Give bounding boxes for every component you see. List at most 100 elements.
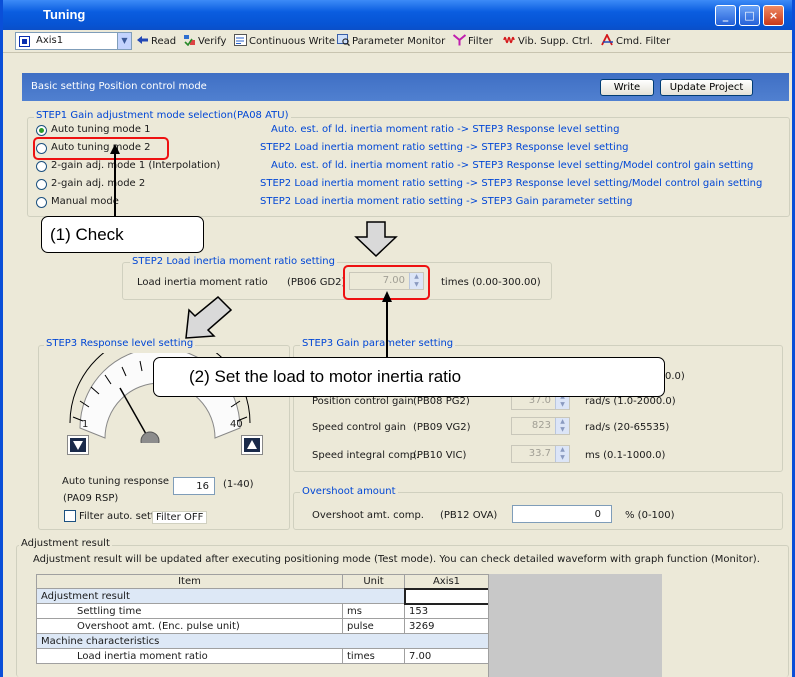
auto-tuning-response-range: (1-40) [223,479,254,490]
table-row[interactable]: Settling time ms 153 [36,603,489,619]
title-bar[interactable]: Tuning _ □ × [3,0,792,30]
overshoot-param: (PB12 OVA) [440,510,498,521]
speed-integral-param: (PB10 VIC) [413,450,467,461]
cmd-filter-label: Cmd. Filter [616,36,671,47]
overshoot-legend: Overshoot amount [300,486,398,497]
read-label: Read [151,36,177,47]
filter-auto-checkbox[interactable] [64,510,76,522]
mode-desc-0: Auto. est. of ld. inertia moment ratio -… [271,124,620,135]
highlight-auto-tuning-mode-2 [33,137,169,160]
spinner-arrows-icon[interactable]: ▲▼ [555,418,569,434]
window-title: Tuning [43,7,86,22]
toolbar: Axis1 ▼ Read Verify Continuous Write Par… [3,30,792,53]
radio-button-icon[interactable] [36,197,47,208]
speed-integral-value: 33.7 [528,448,551,459]
selected-cell[interactable] [403,587,490,605]
adjustment-table: Item Unit Axis1 Adjustment result Settli… [36,574,490,664]
decrease-button[interactable] [67,435,89,455]
parameter-monitor-icon [337,34,350,46]
overshoot-range: % (0-100) [625,510,675,521]
step2-legend: STEP2 Load inertia moment ratio setting [130,256,337,267]
mode-desc-2: Auto. est. of ld. inertia moment ratio -… [271,160,754,171]
panel-title: Basic setting Position control mode [31,81,207,92]
vib-supp-ctrl-button[interactable]: Vib. Supp. Ctrl. [503,34,593,47]
row-item: Overshoot amt. (Enc. pulse unit) [36,618,343,634]
callout-check: (1) Check [41,216,204,253]
parameter-monitor-button[interactable]: Parameter Monitor [337,34,445,47]
triangle-down-icon [70,438,86,452]
adjustment-note: Adjustment result will be updated after … [33,554,760,565]
verify-label: Verify [198,36,227,47]
auto-tuning-response-input[interactable]: 16 [173,477,215,495]
mode-label-4[interactable]: Manual mode [51,196,119,207]
mode-label-3[interactable]: 2-gain adj. mode 2 [51,178,145,189]
column-header-unit[interactable]: Unit [342,574,405,589]
callout-set-ratio: (2) Set the load to motor inertia ratio [153,357,665,397]
step1-legend: STEP1 Gain adjustment mode selection(PA0… [34,110,291,121]
cmd-filter-icon [601,34,613,46]
column-header-axis1[interactable]: Axis1 [404,574,489,589]
spinner-arrows-icon[interactable]: ▲▼ [555,446,569,462]
response-min: 1 [82,419,89,430]
maximize-button[interactable]: □ [739,5,760,26]
speed-gain-input[interactable]: 823 ▲ ▼ [511,417,570,435]
continuous-write-label: Continuous Write [249,36,336,47]
radio-button-icon[interactable] [36,125,47,136]
continuous-write-button[interactable]: Continuous Write [234,34,335,47]
axis-select[interactable]: Axis1 ▼ [15,32,132,50]
response-max: 40 [230,419,243,430]
step3-response-legend: STEP3 Response level setting [44,338,196,349]
read-icon [137,36,148,44]
row-value: 153 [404,603,489,619]
callout-check-text: (1) Check [50,225,124,244]
vibration-icon [503,36,515,44]
row-value: 3269 [404,618,489,634]
overshoot-input[interactable]: 0 [512,505,612,523]
highlight-load-inertia-value [343,265,430,300]
write-button[interactable]: Write [600,79,654,96]
load-inertia-range: times (0.00-300.00) [441,277,541,288]
cmd-filter-button[interactable]: Cmd. Filter [601,34,670,47]
filter-icon [453,34,466,46]
row-unit: ms [342,603,405,619]
increase-button[interactable] [241,435,263,455]
read-button[interactable]: Read [136,34,176,47]
mode-label-0[interactable]: Auto tuning mode 1 [51,124,151,135]
adjustment-legend: Adjustment result [19,538,112,549]
table-row[interactable]: Overshoot amt. (Enc. pulse unit) pulse 3… [36,618,489,634]
load-inertia-param: (PB06 GD2) [287,277,346,288]
filter-button[interactable]: Filter [453,34,493,47]
group-label: Machine characteristics [36,633,489,649]
row-unit: pulse [342,618,405,634]
load-inertia-label: Load inertia moment ratio [137,277,268,288]
table-group-row: Machine characteristics [36,633,489,649]
filter-auto-value: Filter OFF [152,511,208,524]
mode-label-2[interactable]: 2-gain adj. mode 1 (Interpolation) [51,160,220,171]
position-gain-label: Position control gain [312,396,414,407]
speed-gain-range: rad/s (20-65535) [585,422,670,433]
callout-set-ratio-text: (2) Set the load to motor inertia ratio [189,367,462,386]
close-button[interactable]: × [763,5,784,26]
position-gain-param: (PB08 PG2) [413,396,470,407]
group-label: Adjustment result [36,588,405,604]
step3-gain-legend: STEP3 Gain parameter setting [300,338,456,349]
verify-button[interactable]: Verify [183,34,226,47]
panel-header: Basic setting Position control mode Writ… [22,73,789,101]
table-row[interactable]: Load inertia moment ratio times 7.00 [36,648,489,664]
radio-button-icon[interactable] [36,179,47,190]
speed-gain-param: (PB09 VG2) [413,422,471,433]
mode-desc-1: STEP2 Load inertia moment ratio setting … [260,142,629,153]
table-empty-area [488,574,662,677]
speed-integral-input[interactable]: 33.7 ▲ ▼ [511,445,570,463]
radio-button-icon[interactable] [36,161,47,172]
speed-integral-range: ms (0.1-1000.0) [585,450,666,461]
auto-tuning-response-value: 16 [196,481,209,492]
row-item: Settling time [36,603,343,619]
update-project-button[interactable]: Update Project [660,79,753,96]
column-header-item[interactable]: Item [36,574,343,589]
row-item: Load inertia moment ratio [36,648,343,664]
vib-supp-label: Vib. Supp. Ctrl. [518,36,593,47]
minimize-button[interactable]: _ [715,5,736,26]
axis-icon [19,36,30,47]
chevron-down-icon[interactable]: ▼ [117,33,131,49]
